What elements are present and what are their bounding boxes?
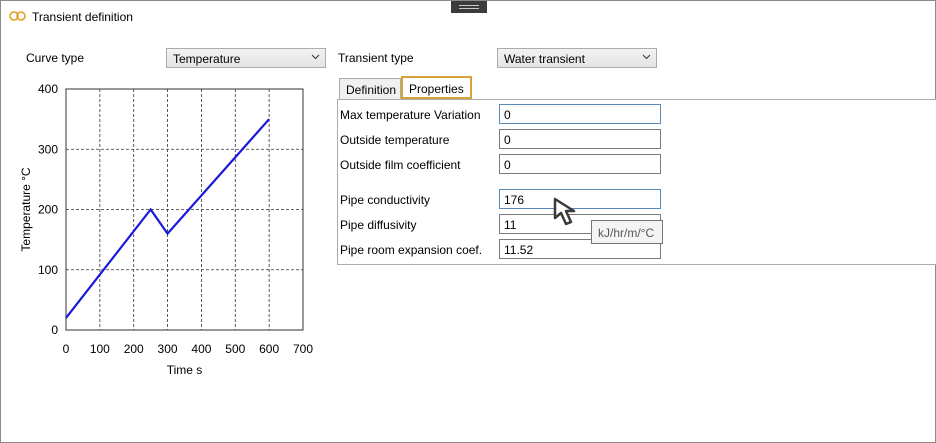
pipe-diffusivity-label: Pipe diffusivity — [340, 218, 417, 232]
y-tick-label: 100 — [38, 263, 58, 277]
y-tick-label: 200 — [38, 203, 58, 217]
transient-app-icon — [9, 11, 26, 21]
outside-film-coefficient-input[interactable]: 0 — [499, 154, 661, 174]
chevron-down-icon — [311, 54, 320, 60]
curve-type-value: Temperature — [173, 52, 241, 66]
y-tick-label: 300 — [38, 142, 58, 156]
x-tick-label: 500 — [225, 342, 245, 356]
window-title: Transient definition — [32, 10, 133, 24]
x-tick-label: 0 — [63, 342, 70, 356]
max-temp-variation-value: 0 — [504, 108, 511, 122]
y-tick-label: 400 — [38, 82, 58, 96]
pipe-conductivity-value: 176 — [504, 193, 525, 207]
transient-type-value: Water transient — [504, 52, 585, 66]
x-tick-label: 100 — [90, 342, 110, 356]
chevron-down-icon — [642, 54, 651, 60]
pipe-diffusivity-value: 11 — [504, 218, 517, 232]
temperature-chart: 0 100 200 300 400 500 600 700 0 100 200 300 400 Time … — [19, 82, 313, 377]
pipe-conductivity-label: Pipe conductivity — [340, 193, 431, 207]
tab-definition[interactable]: Definition — [339, 78, 401, 99]
outside-temperature-label: Outside temperature — [340, 133, 450, 147]
transient-type-dropdown[interactable]: Water transient — [497, 48, 657, 68]
x-tick-label: 200 — [124, 342, 144, 356]
outside-film-coefficient-label: Outside film coefficient — [340, 158, 461, 172]
max-temp-variation-input[interactable]: 0 — [499, 104, 661, 124]
tab-properties[interactable]: Properties — [401, 76, 472, 99]
x-tick-label: 700 — [293, 342, 313, 356]
x-axis-label: Time s — [167, 363, 203, 377]
y-axis-label: Temperature °C — [19, 167, 33, 251]
unit-tooltip: kJ/hr/m/°C — [591, 220, 663, 244]
x-tick-label: 400 — [191, 342, 211, 356]
outside-temperature-input[interactable]: 0 — [499, 129, 661, 149]
x-tick-label: 300 — [158, 342, 178, 356]
pipe-room-expansion-label: Pipe room expansion coef. — [340, 243, 483, 257]
tab-properties-label: Properties — [409, 82, 464, 96]
transient-definition-window: Transient definition Curve type Temperat… — [0, 0, 936, 443]
drag-grip-handle[interactable] — [451, 1, 487, 13]
y-tick-label: 0 — [51, 323, 58, 337]
curve-type-label: Curve type — [26, 51, 85, 65]
curve-type-dropdown[interactable]: Temperature — [166, 48, 326, 68]
outside-temperature-value: 0 — [504, 133, 511, 147]
unit-tooltip-text: kJ/hr/m/°C — [598, 226, 655, 240]
transient-type-label: Transient type — [338, 51, 414, 65]
mouse-pointer-icon — [553, 197, 576, 226]
tab-definition-label: Definition — [346, 83, 397, 97]
outside-film-coefficient-value: 0 — [504, 158, 511, 172]
max-temp-variation-label: Max temperature Variation — [340, 108, 481, 122]
x-tick-label: 600 — [259, 342, 279, 356]
pipe-room-expansion-value: 11.52 — [504, 243, 534, 257]
